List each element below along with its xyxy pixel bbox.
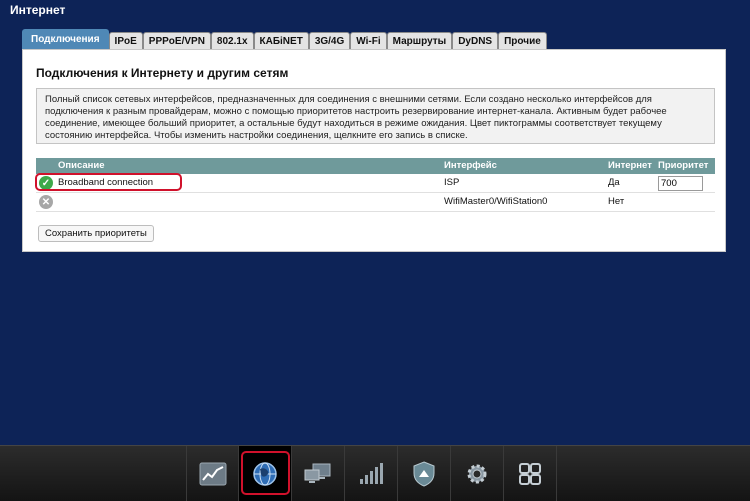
network-computers-icon: [304, 463, 331, 483]
tab-ipoe[interactable]: IPoE: [108, 32, 143, 49]
tab-routes[interactable]: Маршруты: [386, 32, 453, 49]
tab-other[interactable]: Прочие: [498, 32, 547, 49]
tab-kabinet[interactable]: КАБiNET: [253, 32, 309, 49]
tab-bar: Подключения IPoE PPPoE/VPN 802.1x КАБiNE…: [22, 29, 547, 49]
shield-icon: [413, 460, 435, 487]
tab-dydns[interactable]: DyDNS: [452, 32, 499, 49]
apps-grid-icon: [519, 462, 541, 485]
tab-3g4g[interactable]: 3G/4G: [308, 32, 351, 49]
taskbar-item-monitor[interactable]: [186, 446, 239, 501]
page-title: Интернет: [10, 3, 66, 17]
globe-icon: [253, 461, 277, 486]
save-priorities-button[interactable]: Сохранить приоритеты: [38, 225, 154, 242]
tab-connections[interactable]: Подключения: [22, 29, 109, 49]
taskbar-item-apps[interactable]: [504, 446, 557, 501]
taskbar-item-security[interactable]: [398, 446, 451, 501]
taskbar-item-home-network[interactable]: [292, 446, 345, 501]
gear-icon: [467, 464, 487, 483]
table-row[interactable]: ✕ WifiMaster0/WifiStation0 Нет: [36, 193, 715, 212]
info-box: Полный список сетевых интерфейсов, предн…: [36, 88, 715, 144]
header-priority: Приоритет: [658, 160, 709, 171]
taskbar-item-system[interactable]: [451, 446, 504, 501]
panel-title: Подключения к Интернету и другим сетям: [36, 66, 289, 80]
row-interface: WifiMaster0/WifiStation0: [444, 196, 548, 207]
taskbar-item-wifi[interactable]: [345, 446, 398, 501]
connections-table: Описание Интерфейс Интернет Приоритет ✓ …: [35, 158, 715, 212]
cross-icon: ✕: [39, 195, 53, 209]
tab-pppoe-vpn[interactable]: PPPoE/VPN: [142, 32, 211, 49]
connections-panel: Подключения к Интернету и другим сетям П…: [22, 49, 726, 252]
header-interface: Интерфейс: [444, 160, 497, 171]
row-interface: ISP: [444, 177, 460, 188]
highlight-frame: [35, 173, 182, 191]
row-internet: Нет: [608, 196, 625, 207]
header-description: Описание: [58, 160, 105, 171]
chart-icon: [199, 462, 226, 485]
table-header: Описание Интерфейс Интернет Приоритет: [36, 158, 715, 174]
signal-bars-icon: [360, 462, 383, 484]
priority-input[interactable]: [658, 176, 703, 191]
tab-wifi[interactable]: Wi-Fi: [350, 32, 387, 49]
taskbar: [0, 445, 750, 501]
header-internet: Интернет: [608, 160, 652, 171]
row-internet: Да: [608, 177, 620, 188]
taskbar-item-internet[interactable]: [239, 446, 292, 501]
tab-8021x[interactable]: 802.1x: [210, 32, 254, 49]
table-row[interactable]: ✓ Broadband connection ISP Да: [35, 173, 715, 193]
